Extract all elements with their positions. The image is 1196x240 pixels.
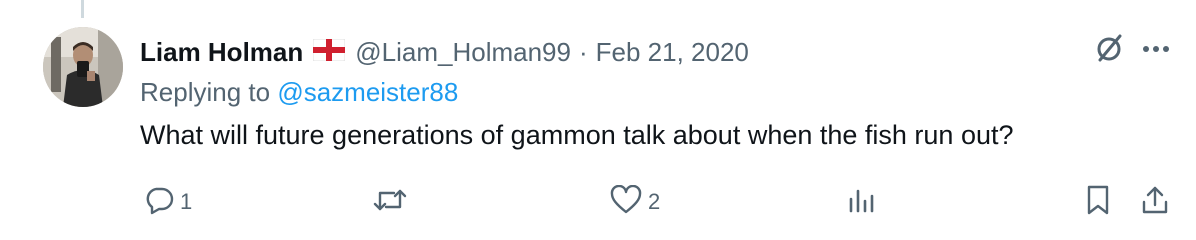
reply-icon [144,185,174,220]
tweet-header: Liam Holman @Liam_Holman99 · Feb 21, 202… [140,32,749,72]
replying-to: Replying to @sazmeister88 [140,77,458,108]
separator-dot: · [578,36,588,67]
like-count: 2 [648,189,661,214]
views-button[interactable] [846,182,876,222]
retweet-button[interactable] [372,182,408,222]
avatar-photo [43,27,123,107]
like-button[interactable]: 2 [610,182,660,222]
reply-count: 1 [180,189,193,214]
replying-mention-link[interactable]: @sazmeister88 [277,77,458,107]
england-flag-icon [312,38,346,66]
replying-prefix: Replying to [140,77,271,107]
views-icon [846,185,876,220]
more-icon[interactable] [1142,44,1170,54]
bookmark-icon [1084,184,1112,221]
retweet-icon [372,185,408,220]
tweet-text: What will future generations of gammon t… [140,120,1014,150]
tweet-content: Liam Holman @Liam_Holman99 · Feb 21, 202… [140,26,1180,236]
top-right-icons [1092,32,1170,66]
reply-button[interactable]: 1 [144,182,192,222]
tweet-date[interactable]: Feb 21, 2020 [596,37,749,68]
share-button[interactable] [1140,182,1170,222]
grok-icon[interactable] [1092,32,1126,66]
like-icon [610,184,642,220]
author-handle[interactable]: @Liam_Holman99 [355,37,571,68]
bookmark-button[interactable] [1084,182,1112,222]
avatar[interactable] [43,27,123,107]
share-icon [1140,184,1170,221]
thread-connector-line [81,0,84,18]
author-name[interactable]: Liam Holman [140,37,303,68]
